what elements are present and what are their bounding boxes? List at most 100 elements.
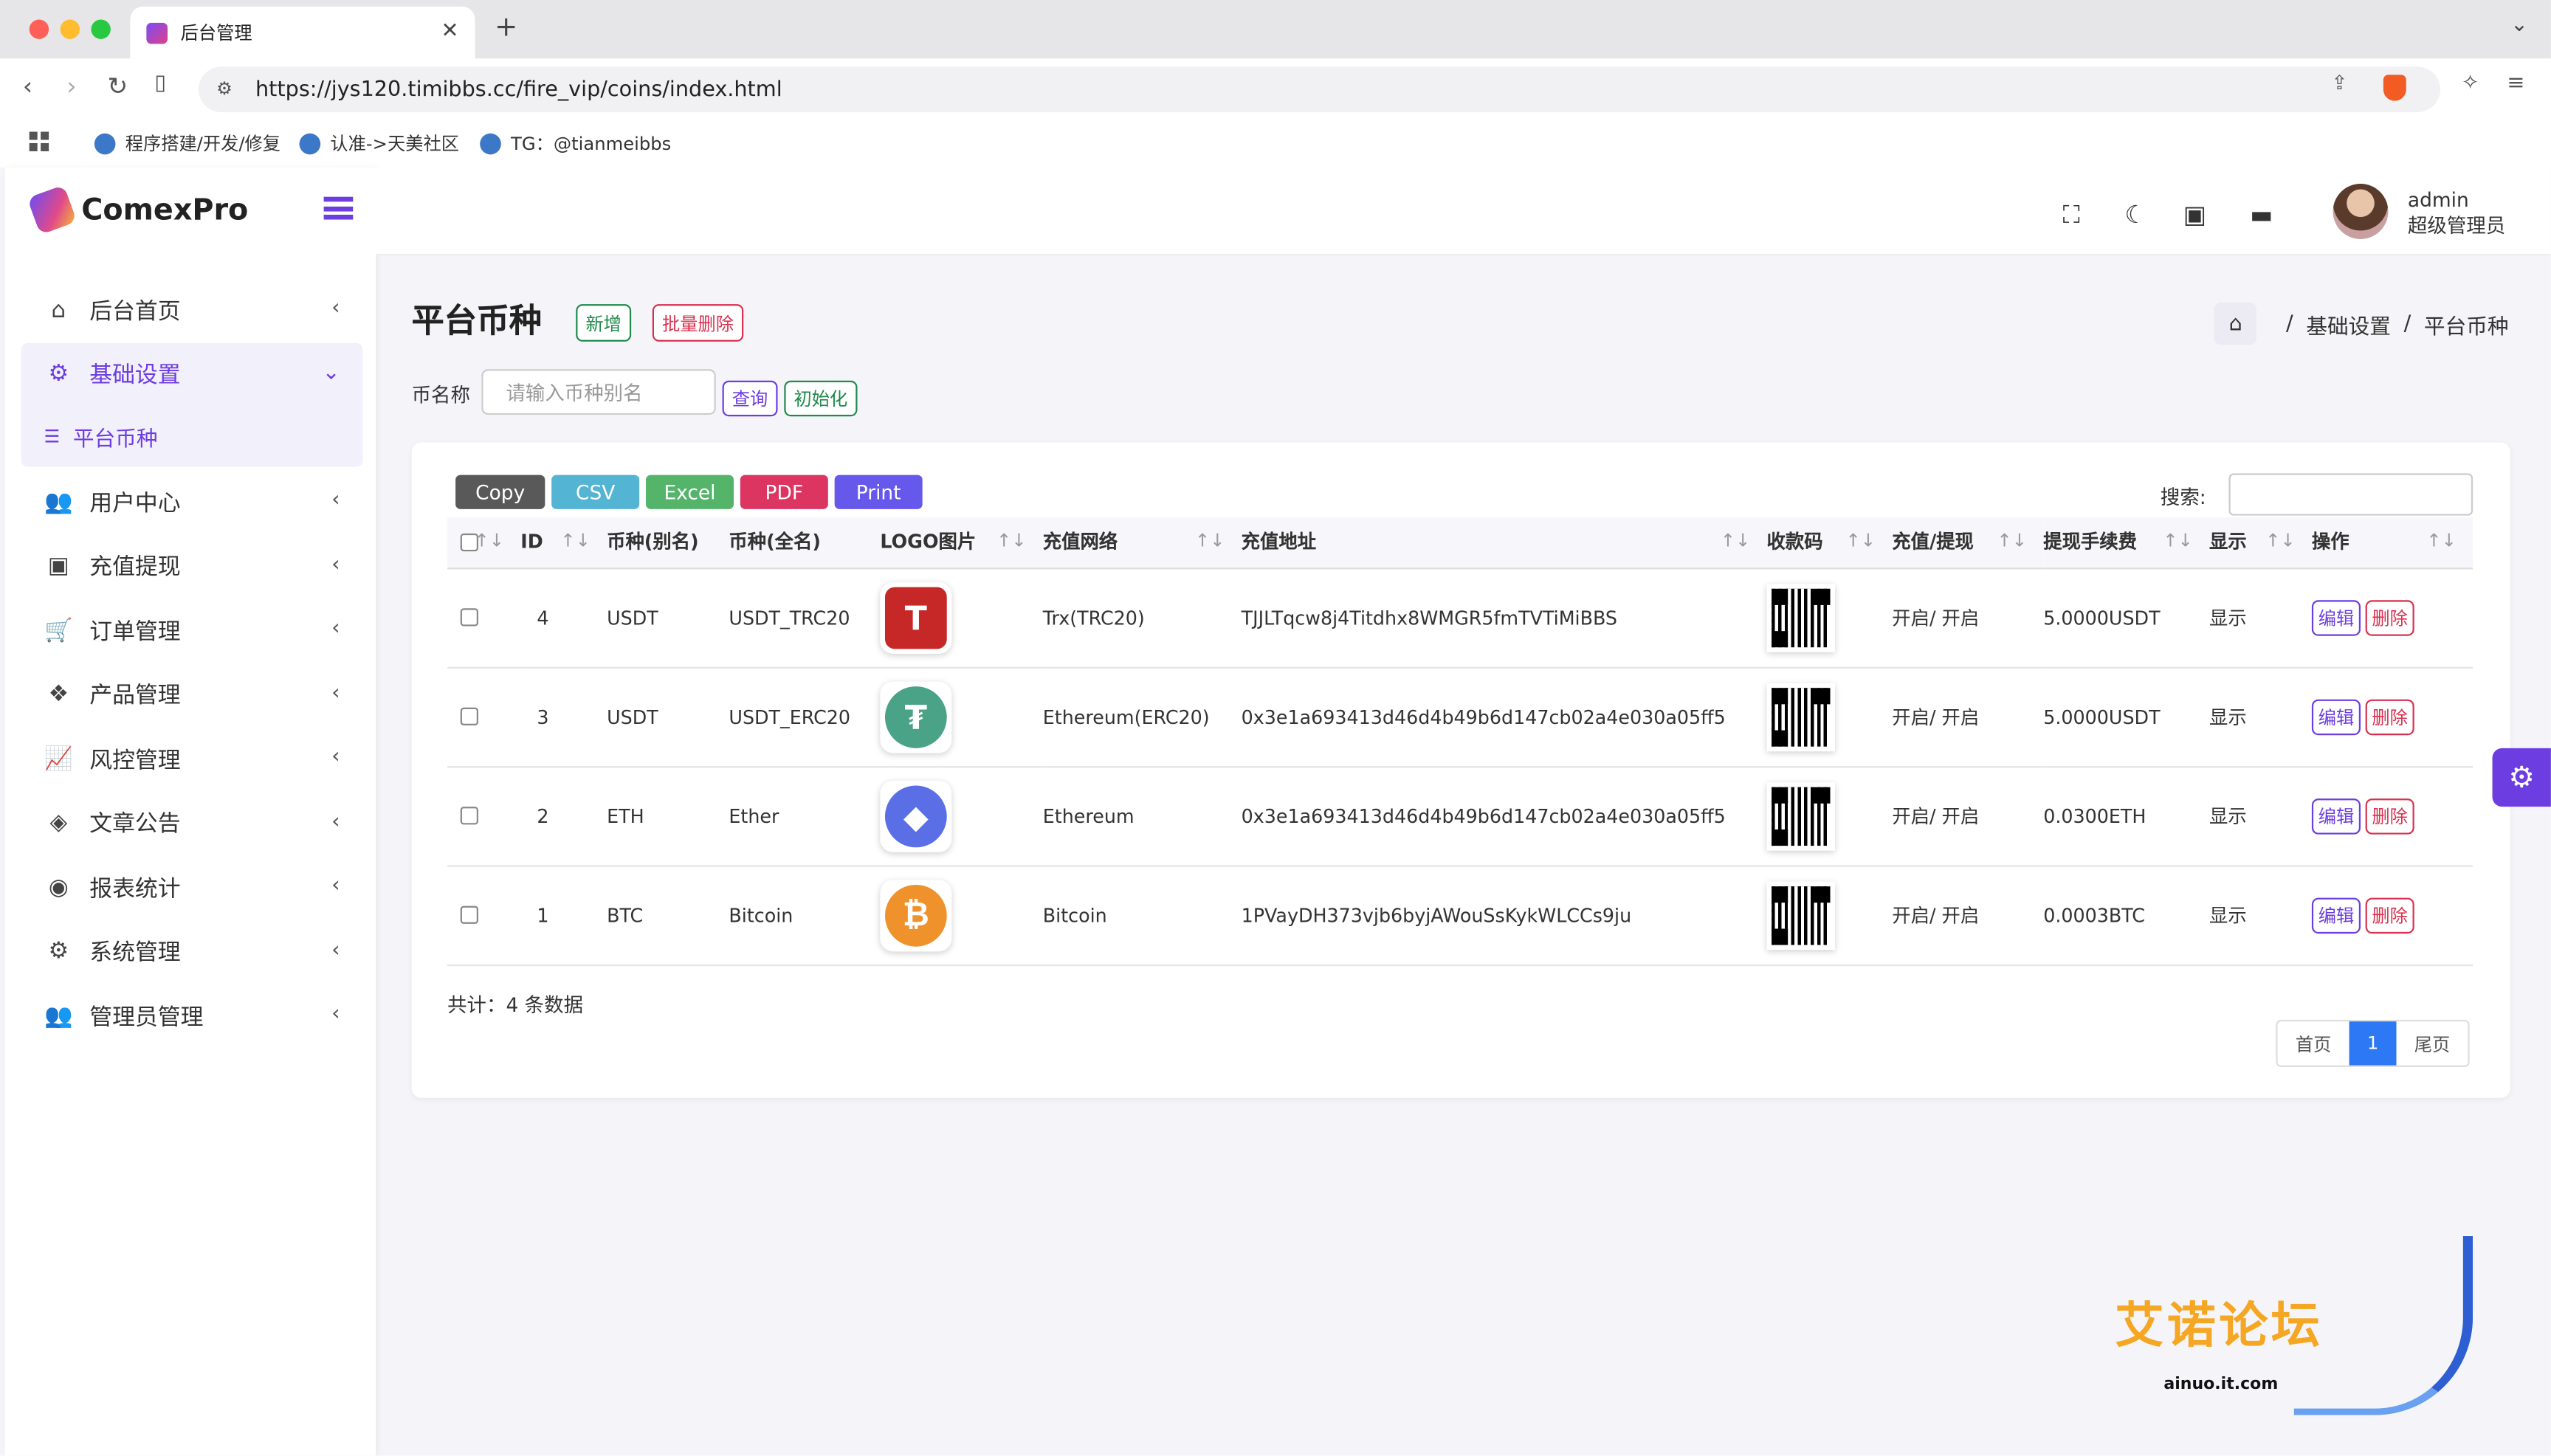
sort-icon[interactable]: ↑↓ bbox=[475, 531, 505, 552]
sidebar-item-products[interactable]: ❖ 产品管理 ‹ bbox=[21, 663, 363, 727]
qr-code-icon[interactable] bbox=[1766, 682, 1836, 751]
sidebar-item-admins[interactable]: 👥 管理员管理 ‹ bbox=[21, 984, 363, 1048]
sort-icon[interactable]: ↑↓ bbox=[1195, 531, 1225, 552]
apps-grid-icon[interactable] bbox=[29, 131, 49, 151]
coin-name-input[interactable]: 请输入币种别名 bbox=[481, 369, 716, 415]
sidebar-subitem-platform-coins[interactable]: ☰ 平台币种 bbox=[21, 407, 363, 467]
edit-button[interactable]: 编辑 bbox=[2311, 698, 2361, 735]
back-icon[interactable]: ‹ bbox=[23, 72, 32, 101]
sidebar-item-home[interactable]: ⌂ 后台首页 ‹ bbox=[21, 278, 363, 342]
column-header[interactable]: 操作 ↑↓ bbox=[2311, 517, 2473, 569]
bookmark-item[interactable]: 程序搭建/开发/修复 bbox=[94, 130, 280, 156]
column-header[interactable]: 充值网络 ↑↓ bbox=[1042, 517, 1242, 569]
url-field[interactable]: ⚙ https://jys120.timibbs.cc/fire_vip/coi… bbox=[198, 66, 2441, 113]
sort-icon[interactable]: ↑↓ bbox=[1997, 531, 2028, 552]
column-header[interactable]: 充值地址 ↑↓ bbox=[1241, 517, 1767, 569]
excel-button[interactable]: Excel bbox=[645, 475, 734, 509]
watermark-logo: 艾诺论坛 ainuo.it.com bbox=[2115, 1236, 2473, 1415]
chevron-left-icon: ‹ bbox=[331, 488, 340, 513]
close-window-button[interactable] bbox=[29, 19, 49, 39]
bookmark-item[interactable]: 认准->天美社区 bbox=[299, 130, 459, 156]
sidebar-item-orders[interactable]: 🛒 订单管理 ‹ bbox=[21, 598, 363, 663]
delete-button[interactable]: 删除 bbox=[2365, 599, 2414, 635]
coins-table: ↑↓ ID ↑↓ 币种(别名) 币种(全名) LOGO图片 ↑↓ 充值网络 ↑↓ 充值… bbox=[447, 517, 2473, 965]
sort-icon[interactable]: ↑↓ bbox=[2426, 531, 2457, 552]
bookmark-icon[interactable]: ▯ bbox=[154, 72, 166, 96]
column-header[interactable]: 提现手续费 ↑↓ bbox=[2043, 517, 2210, 569]
share-icon[interactable]: ⇪ bbox=[2331, 72, 2347, 94]
chat-icon[interactable]: ▬ bbox=[2250, 200, 2273, 230]
money-icon[interactable]: ▣ bbox=[2183, 200, 2206, 230]
new-tab-icon[interactable]: + bbox=[495, 11, 517, 44]
brave-shield-icon[interactable] bbox=[2383, 75, 2406, 101]
sort-icon[interactable]: ↑↓ bbox=[1721, 531, 1751, 552]
init-button[interactable]: 初始化 bbox=[784, 380, 858, 417]
batch-delete-button[interactable]: 批量删除 bbox=[652, 304, 744, 342]
column-header[interactable]: ID ↑↓ bbox=[520, 517, 607, 569]
sort-icon[interactable]: ↑↓ bbox=[2265, 531, 2296, 552]
zoom-window-button[interactable] bbox=[91, 19, 111, 39]
row-checkbox[interactable] bbox=[460, 905, 478, 924]
leo-ai-icon[interactable]: ✧ bbox=[2462, 72, 2479, 96]
column-header[interactable]: 充值/提现 ↑↓ bbox=[1892, 517, 2044, 569]
table-search-input[interactable] bbox=[2228, 473, 2473, 516]
coins-icon: ◉ bbox=[48, 874, 69, 901]
sidebar-item-deposit-withdraw[interactable]: ▣ 充值提现 ‹ bbox=[21, 534, 363, 598]
sort-icon[interactable]: ↑↓ bbox=[2163, 531, 2193, 552]
add-button[interactable]: 新增 bbox=[576, 304, 632, 342]
query-button[interactable]: 查询 bbox=[722, 380, 778, 417]
hamburger-menu-icon[interactable] bbox=[323, 196, 354, 220]
delete-button[interactable]: 删除 bbox=[2365, 897, 2414, 933]
settings-gear-icon[interactable]: ⚙ bbox=[2492, 748, 2551, 807]
menu-icon[interactable]: ≡ bbox=[2507, 72, 2524, 96]
reload-icon[interactable]: ↻ bbox=[107, 72, 128, 101]
row-checkbox[interactable] bbox=[460, 608, 478, 627]
select-all-header[interactable]: ↑↓ bbox=[447, 517, 521, 569]
tab-list-chevron-icon[interactable]: ⌄ bbox=[2510, 13, 2528, 38]
sidebar-item-articles[interactable]: ◈ 文章公告 ‹ bbox=[21, 791, 363, 855]
sidebar-item-basic-settings[interactable]: ⚙ 基础设置 ⌄ bbox=[21, 342, 363, 407]
sidebar-item-risk[interactable]: 📈 风控管理 ‹ bbox=[21, 727, 363, 791]
edit-button[interactable]: 编辑 bbox=[2311, 897, 2361, 933]
user-info[interactable]: admin 超级管理员 bbox=[2408, 187, 2505, 239]
qr-code-icon[interactable] bbox=[1766, 583, 1836, 652]
edit-button[interactable]: 编辑 bbox=[2311, 599, 2361, 635]
first-page-button[interactable]: 首页 bbox=[2278, 1021, 2349, 1066]
forward-icon[interactable]: › bbox=[66, 72, 76, 101]
dark-mode-moon-icon[interactable]: ☾ bbox=[2124, 200, 2147, 230]
home-icon[interactable]: ⌂ bbox=[2214, 302, 2257, 345]
sort-icon[interactable]: ↑↓ bbox=[560, 531, 591, 552]
sidebar-item-system[interactable]: ⚙ 系统管理 ‹ bbox=[21, 920, 363, 984]
print-button[interactable]: Print bbox=[834, 475, 923, 509]
qr-code-icon[interactable] bbox=[1766, 782, 1836, 850]
page-1-button[interactable]: 1 bbox=[2349, 1021, 2397, 1066]
column-header[interactable]: LOGO图片 ↑↓ bbox=[880, 517, 1043, 569]
browser-tab[interactable]: 后台管理 ✕ bbox=[130, 6, 475, 59]
qr-code-icon[interactable] bbox=[1766, 880, 1836, 950]
column-header[interactable]: 收款码 ↑↓ bbox=[1766, 517, 1893, 569]
copy-button[interactable]: Copy bbox=[455, 475, 545, 509]
brand-logo[interactable]: ComexPro bbox=[27, 184, 248, 235]
column-header[interactable]: 显示 ↑↓ bbox=[2209, 517, 2312, 569]
delete-button[interactable]: 删除 bbox=[2365, 698, 2414, 735]
sidebar-item-reports[interactable]: ◉ 报表统计 ‹ bbox=[21, 855, 363, 920]
sort-icon[interactable]: ↑↓ bbox=[1846, 531, 1876, 552]
fullscreen-icon[interactable]: ⛶ bbox=[2063, 200, 2080, 230]
bookmark-item[interactable]: TG：@tianmeibbs bbox=[480, 130, 671, 156]
row-checkbox[interactable] bbox=[460, 807, 478, 825]
sort-icon[interactable]: ↑↓ bbox=[996, 531, 1027, 552]
row-checkbox[interactable] bbox=[460, 707, 478, 725]
avatar[interactable] bbox=[2333, 184, 2389, 239]
close-tab-icon[interactable]: ✕ bbox=[441, 19, 458, 44]
last-page-button[interactable]: 尾页 bbox=[2396, 1021, 2468, 1066]
sidebar-item-label: 报表统计 bbox=[89, 876, 181, 903]
minimize-window-button[interactable] bbox=[60, 19, 80, 39]
breadcrumb-item[interactable]: 基础设置 bbox=[2306, 308, 2391, 339]
delete-button[interactable]: 删除 bbox=[2365, 798, 2414, 834]
sidebar-item-users[interactable]: 👥 用户中心 ‹ bbox=[21, 470, 363, 534]
csv-button[interactable]: CSV bbox=[551, 475, 640, 509]
site-settings-icon[interactable]: ⚙ bbox=[216, 78, 233, 100]
coin-name-placeholder: 请输入币种别名 bbox=[506, 381, 643, 404]
edit-button[interactable]: 编辑 bbox=[2311, 798, 2361, 834]
pdf-button[interactable]: PDF bbox=[740, 475, 828, 509]
